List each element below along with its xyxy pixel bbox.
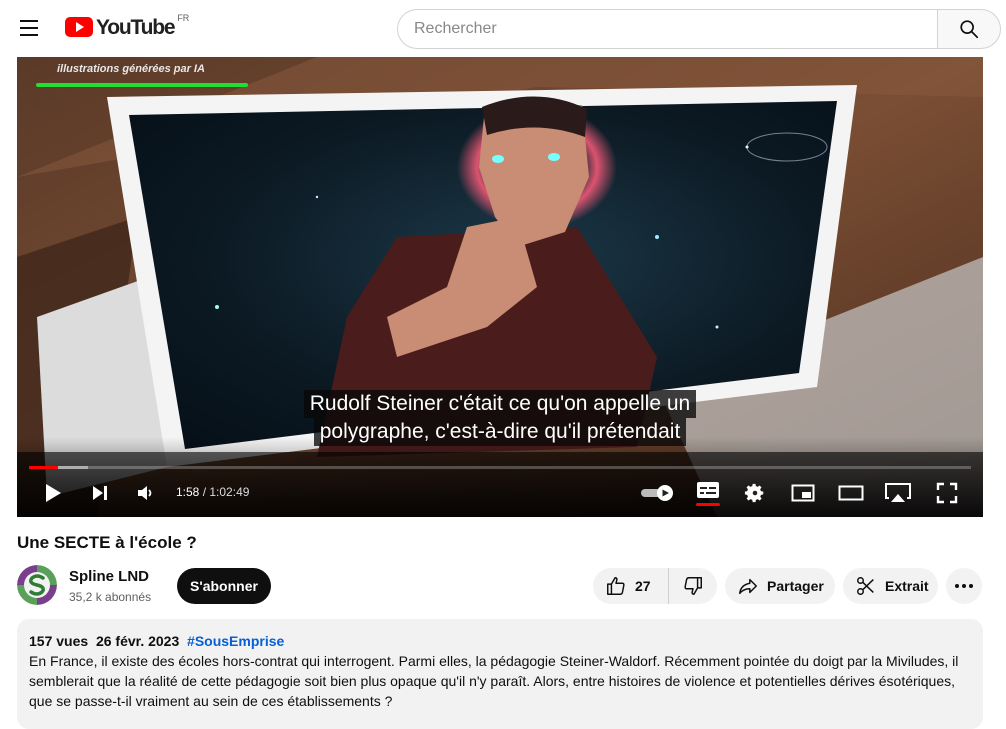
time-display: 1:58 / 1:02:49 bbox=[176, 485, 249, 499]
clip-label: Extrait bbox=[885, 578, 929, 594]
play-button[interactable] bbox=[39, 479, 67, 507]
like-dislike-group: 27 bbox=[593, 568, 717, 604]
miniplayer-button[interactable] bbox=[789, 479, 817, 507]
search-input[interactable] bbox=[398, 10, 938, 48]
current-time: 1:58 bbox=[176, 485, 200, 499]
next-icon bbox=[93, 486, 107, 500]
play-icon bbox=[46, 484, 61, 502]
subscribe-button[interactable]: S'abonner bbox=[177, 568, 271, 604]
gear-icon bbox=[744, 483, 764, 503]
subtitle-line-2: polygraphe, c'est-à-dire qu'il prétendai… bbox=[313, 418, 687, 446]
youtube-play-icon bbox=[65, 17, 93, 37]
watermark-underline bbox=[36, 83, 248, 87]
share-label: Partager bbox=[767, 578, 824, 594]
clip-button[interactable]: Extrait bbox=[843, 568, 938, 604]
description-meta: 157 vues 26 févr. 2023 #SousEmprise bbox=[29, 633, 971, 649]
search-box bbox=[397, 9, 938, 49]
scissors-icon bbox=[857, 577, 874, 595]
airplay-icon bbox=[885, 483, 911, 502]
autoplay-toggle[interactable] bbox=[637, 479, 677, 507]
captions-active-indicator bbox=[696, 502, 720, 506]
dislike-button[interactable] bbox=[669, 568, 717, 604]
video-title: Une SECTE à l'école ? bbox=[17, 533, 197, 552]
time-separator: / bbox=[199, 485, 210, 499]
thumbs-up-icon bbox=[607, 577, 625, 595]
theater-mode-icon bbox=[838, 485, 864, 501]
volume-icon bbox=[138, 486, 152, 500]
theater-mode-button[interactable] bbox=[837, 479, 865, 507]
menu-icon[interactable] bbox=[20, 20, 38, 36]
share-button[interactable]: Partager bbox=[725, 568, 835, 604]
youtube-logo[interactable]: YouTube FR bbox=[65, 13, 189, 39]
next-button[interactable] bbox=[87, 479, 113, 507]
top-bar: YouTube FR bbox=[0, 0, 1006, 57]
description-text: En France, il existe des écoles hors-con… bbox=[29, 653, 959, 709]
fullscreen-button[interactable] bbox=[933, 479, 961, 507]
video-watermark: illustrations générées par IA bbox=[57, 63, 205, 75]
like-button[interactable]: 27 bbox=[593, 568, 669, 604]
view-count: 157 vues bbox=[29, 633, 89, 649]
autoplay-toggle-icon bbox=[641, 485, 673, 501]
settings-button[interactable] bbox=[741, 479, 769, 507]
volume-button[interactable] bbox=[133, 479, 159, 507]
video-player[interactable]: illustrations générées par IA Rudolf Ste… bbox=[17, 57, 983, 517]
duration: 1:02:49 bbox=[209, 485, 250, 499]
logo-text: YouTube bbox=[96, 16, 176, 39]
captions-icon bbox=[697, 481, 719, 498]
progress-bar[interactable] bbox=[29, 466, 971, 469]
channel-name[interactable]: Spline LND bbox=[69, 568, 149, 585]
progress-played bbox=[29, 466, 59, 469]
cast-button[interactable] bbox=[883, 479, 913, 507]
channel-logo bbox=[17, 565, 57, 605]
subtitle-line-1: Rudolf Steiner c'était ce qu'on appelle … bbox=[303, 390, 697, 418]
more-horizontal-icon bbox=[955, 584, 973, 588]
upload-date: 26 févr. 2023 bbox=[95, 633, 180, 649]
hashtag-link[interactable]: #SousEmprise bbox=[187, 633, 284, 649]
fullscreen-icon bbox=[936, 482, 958, 504]
subscriber-count: 35,2 k abonnés bbox=[69, 590, 152, 604]
search-icon bbox=[960, 20, 979, 39]
subtitle-area: Rudolf Steiner c'était ce qu'on appelle … bbox=[17, 390, 983, 446]
thumbs-down-icon bbox=[684, 577, 702, 595]
search-button[interactable] bbox=[937, 9, 1001, 49]
like-count: 27 bbox=[635, 578, 651, 594]
share-icon bbox=[739, 578, 757, 595]
captions-button[interactable] bbox=[693, 479, 723, 507]
logo-country-code: FR bbox=[177, 13, 190, 23]
description-box[interactable]: 157 vues 26 févr. 2023 #SousEmprise En F… bbox=[17, 619, 983, 729]
channel-avatar[interactable] bbox=[17, 565, 57, 605]
more-actions-button[interactable] bbox=[946, 568, 982, 604]
miniplayer-icon bbox=[791, 484, 815, 502]
